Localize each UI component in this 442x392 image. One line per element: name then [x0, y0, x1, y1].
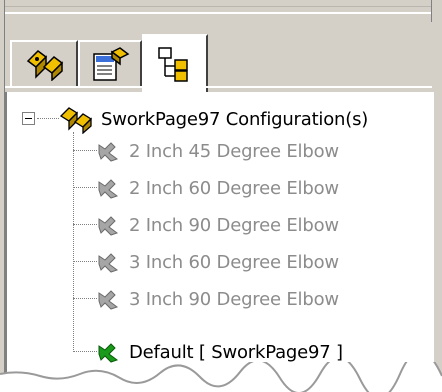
tree-root-row[interactable]: SworkPage97 Configuration(s) [59, 104, 368, 134]
tree-item-label: 2 Inch 90 Degree Elbow [129, 214, 339, 236]
tree-item-3-inch-90[interactable]: 3 Inch 90 Degree Elbow [97, 284, 339, 314]
tab-feature-manager[interactable] [10, 40, 78, 86]
inactive-config-icon [98, 216, 119, 236]
tab-baseline [5, 86, 432, 88]
tab-configuration-manager[interactable] [142, 34, 208, 92]
configuration-manager-icon [158, 47, 188, 82]
configuration-manager-panel: SworkPage97 Configuration(s) 2 Inch 45 D… [0, 0, 442, 392]
manager-tab-strip [5, 22, 432, 92]
tree-item-2-inch-90[interactable]: 2 Inch 90 Degree Elbow [97, 210, 339, 240]
tree-root-label: SworkPage97 Configuration(s) [101, 108, 369, 130]
tree-item-2-inch-45[interactable]: 2 Inch 45 Degree Elbow [97, 136, 339, 166]
inactive-config-icon [98, 179, 119, 199]
tree-item-label: 2 Inch 45 Degree Elbow [129, 140, 339, 162]
property-manager-icon [93, 47, 130, 81]
feature-manager-icon [26, 50, 64, 81]
tree-item-label: 2 Inch 60 Degree Elbow [129, 177, 339, 199]
tree-item-label: Default [ SworkPage97 ] [129, 341, 343, 363]
tab-property-manager[interactable] [78, 40, 142, 86]
inactive-config-icon [98, 142, 119, 162]
configurations-icon [59, 107, 93, 134]
tree-item-label: 3 Inch 60 Degree Elbow [129, 251, 339, 273]
tree-item-label: 3 Inch 90 Degree Elbow [129, 288, 339, 310]
inactive-config-icon [98, 253, 119, 273]
panel-title-bar [0, 0, 442, 23]
tree-item-2-inch-60[interactable]: 2 Inch 60 Degree Elbow [97, 173, 339, 203]
tree-item-3-inch-60[interactable]: 3 Inch 60 Degree Elbow [97, 247, 339, 277]
active-config-icon [98, 343, 119, 363]
collapse-toggle[interactable] [22, 112, 35, 125]
torn-edge [0, 362, 442, 392]
inactive-config-icon [98, 290, 119, 310]
configuration-tree: SworkPage97 Configuration(s) 2 Inch 45 D… [5, 92, 434, 392]
